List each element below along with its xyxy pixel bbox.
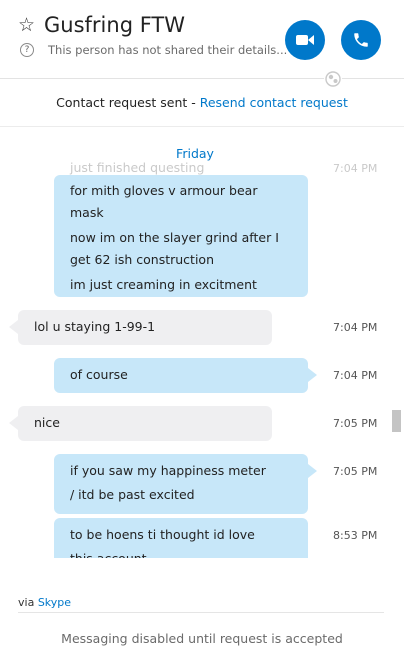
- message-time: 7:04 PM: [333, 369, 378, 382]
- message-time: 8:53 PM: [333, 529, 378, 542]
- contact-request-banner: Contact request sent - Resend contact re…: [0, 95, 404, 110]
- message-time: 7:05 PM: [333, 417, 378, 430]
- message-bubble-outgoing[interactable]: for mith gloves v armour bear mask now i…: [54, 175, 308, 297]
- presence-globe-icon: [324, 70, 342, 88]
- scrollbar[interactable]: [390, 130, 404, 558]
- message-bubble-incoming[interactable]: lol u staying 1-99-1: [18, 310, 272, 345]
- message-text: / itd be past excited: [70, 487, 195, 502]
- contact-details-row: ? This person has not shared their detai…: [20, 43, 287, 57]
- via-prefix: via: [18, 596, 35, 609]
- divider: [0, 126, 404, 127]
- partial-message-time: 7:04 PM: [333, 162, 378, 175]
- message-text: im just creaming in excitment: [70, 277, 257, 292]
- messaging-disabled-notice: Messaging disabled until request is acce…: [61, 631, 343, 646]
- message-bubble-outgoing[interactable]: of course: [54, 358, 308, 393]
- date-separator: Friday: [176, 146, 214, 161]
- bubble-tail: [308, 368, 317, 382]
- message-text: now im on the slayer grind after I get 6…: [70, 230, 279, 267]
- chat-header: ☆ Gusfring FTW ? This person has not sha…: [0, 0, 404, 88]
- star-icon[interactable]: ☆: [18, 16, 35, 35]
- question-icon: ?: [20, 43, 34, 57]
- message-text: to be hoens ti thought id love this acco…: [70, 527, 255, 558]
- video-call-button[interactable]: [285, 20, 325, 60]
- bubble-tail: [308, 464, 317, 478]
- via-skype-link[interactable]: Skype: [38, 596, 71, 609]
- message-text: if you saw my happiness meter: [70, 463, 266, 478]
- phone-icon: [354, 33, 368, 47]
- audio-call-button[interactable]: [341, 20, 381, 60]
- contact-details-text: This person has not shared their details…: [48, 43, 288, 57]
- conversation-area[interactable]: just finished questing 7:04 PM Friday fo…: [0, 130, 390, 558]
- message-time: 7:04 PM: [333, 321, 378, 334]
- contact-name[interactable]: Gusfring FTW: [44, 13, 185, 37]
- message-bubble-outgoing[interactable]: to be hoens ti thought id love this acco…: [54, 518, 308, 558]
- divider: [18, 612, 384, 613]
- message-text: lol u staying 1-99-1: [34, 319, 156, 334]
- message-text: nice: [34, 415, 60, 430]
- message-text: for mith gloves v armour bear mask: [70, 183, 258, 220]
- message-time: 7:05 PM: [333, 465, 378, 478]
- bubble-tail: [9, 320, 18, 334]
- scrollbar-thumb[interactable]: [392, 410, 401, 432]
- contact-request-text: Contact request sent -: [56, 95, 200, 110]
- resend-contact-request-link[interactable]: Resend contact request: [200, 95, 348, 110]
- partial-message-text: just finished questing: [70, 160, 205, 175]
- video-camera-icon: [296, 35, 314, 45]
- message-text: of course: [70, 367, 128, 382]
- via-label: via Skype: [18, 596, 71, 609]
- message-bubble-outgoing[interactable]: if you saw my happiness meter / itd be p…: [54, 454, 308, 514]
- bubble-tail: [9, 416, 18, 430]
- message-bubble-incoming[interactable]: nice: [18, 406, 272, 441]
